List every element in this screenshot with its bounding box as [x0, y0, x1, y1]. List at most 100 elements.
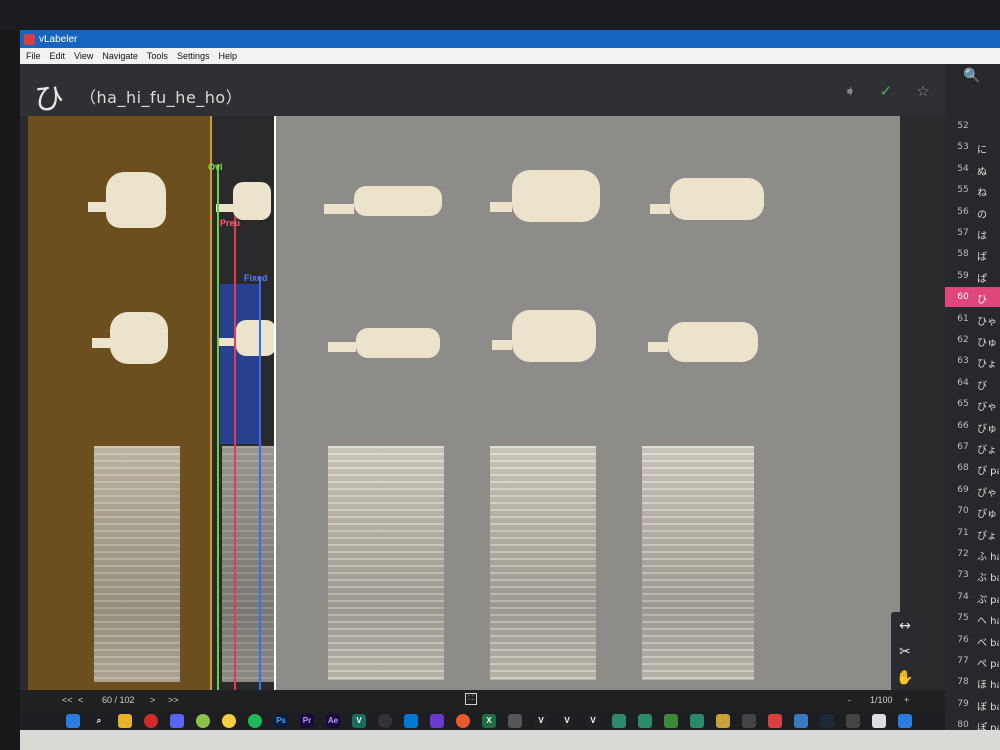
entry-list-item[interactable]: 70 ぴゅ [945, 501, 1000, 521]
steam-icon[interactable] [820, 714, 834, 728]
hand-icon[interactable]: ✋ [891, 666, 919, 690]
app-icon[interactable] [638, 714, 652, 728]
entry-list-item[interactable]: 63 ひょ [945, 351, 1000, 371]
menu-settings[interactable]: Settings [177, 51, 210, 61]
app-icon[interactable] [612, 714, 626, 728]
last-entry-button[interactable]: >> [168, 695, 179, 705]
app-icon[interactable] [222, 714, 236, 728]
star-icon[interactable]: ☆ [913, 82, 933, 102]
app-icon[interactable]: V [560, 714, 574, 728]
windows-start-icon[interactable] [66, 714, 80, 728]
entry-list-item[interactable]: 68 ぴ pa [945, 458, 1000, 478]
app-icon[interactable] [794, 714, 808, 728]
after-effects-icon[interactable]: Ae [326, 714, 340, 728]
premiere-icon[interactable]: Pr [300, 714, 314, 728]
menu-view[interactable]: View [74, 51, 93, 61]
entry-list-item[interactable]: 58 ば [945, 244, 1000, 264]
entry-list-item[interactable]: 77 ぺ pa_ [945, 651, 1000, 671]
entry-list-item[interactable]: 76 べ ba_ [945, 630, 1000, 650]
excel-icon[interactable]: X [482, 714, 496, 728]
entry-list-item[interactable]: 80 ぽ pa_ [945, 715, 1000, 730]
opera-icon[interactable] [144, 714, 158, 728]
entry-list-item[interactable]: 62 ひゅ [945, 330, 1000, 350]
app-icon[interactable] [846, 714, 860, 728]
first-entry-button[interactable]: << [62, 695, 73, 705]
obs-icon[interactable] [378, 714, 392, 728]
spotify-icon[interactable] [248, 714, 262, 728]
spectrogram-segment [490, 446, 596, 680]
zoom-in-button[interactable]: + [904, 695, 909, 705]
menu-edit[interactable]: Edit [50, 51, 66, 61]
app-icon[interactable] [872, 714, 886, 728]
scissors-icon[interactable]: ✂ [891, 640, 919, 664]
search-icon[interactable]: 🔍 [963, 68, 980, 84]
overlap-line[interactable] [217, 164, 219, 690]
entry-list-item[interactable]: 67 びょ [945, 437, 1000, 457]
app-icon[interactable]: V [586, 714, 600, 728]
previous-entry-button[interactable]: < [78, 695, 83, 705]
next-entry-button[interactable]: > [150, 695, 155, 705]
entry-list-item[interactable]: 61 ひゃ [945, 309, 1000, 329]
fit-view-icon[interactable]: ⛶ [465, 693, 477, 705]
entry-list-item[interactable]: 56 の [945, 202, 1000, 222]
check-icon[interactable]: ✓ [876, 82, 896, 102]
app-icon[interactable] [690, 714, 704, 728]
app-icon[interactable] [742, 714, 756, 728]
entry-list-item[interactable]: 57 は [945, 223, 1000, 243]
menu-navigate[interactable]: Navigate [102, 51, 138, 61]
photoshop-icon[interactable]: Ps [274, 714, 288, 728]
entry-name: ほ ha_ [977, 680, 999, 692]
app-icon[interactable] [456, 714, 470, 728]
entry-name: ぬ [977, 166, 987, 178]
entry-number: 72 [957, 549, 969, 559]
waveform-editor[interactable]: Ovl Preu Fixed [28, 116, 900, 690]
entry-list-item[interactable]: 72 ふ ha_ [945, 544, 1000, 564]
fixed-line[interactable] [259, 276, 261, 690]
entry-list-item[interactable]: 73 ぶ ba_ [945, 565, 1000, 585]
entry-number: 65 [957, 399, 969, 410]
app-icon[interactable] [430, 714, 444, 728]
preutterance-line[interactable] [234, 216, 236, 690]
entry-list-item[interactable]: 79 ぼ ba_ [945, 694, 1000, 714]
entry-list-item[interactable]: 69 ぴゃ [945, 480, 1000, 500]
resize-icon[interactable]: ↔ [891, 614, 919, 638]
search-icon[interactable]: ⌕ [92, 714, 106, 728]
entry-list-item[interactable]: 75 へ ha_ [945, 608, 1000, 628]
window-title: vLabeler [39, 33, 78, 45]
app-icon[interactable] [716, 714, 730, 728]
discord-icon[interactable] [170, 714, 184, 728]
file-explorer-icon[interactable] [118, 714, 132, 728]
entry-name[interactable]: （ha_hi_fu_he_ho） [80, 84, 242, 108]
app-icon[interactable]: V [534, 714, 548, 728]
entry-list-item[interactable]: 78 ほ ha_ [945, 672, 1000, 692]
app-icon[interactable] [196, 714, 210, 728]
entry-list-item[interactable]: 53 に [945, 137, 1000, 157]
menu-help[interactable]: Help [218, 51, 237, 61]
entry-list-item[interactable]: 55 ね [945, 180, 1000, 200]
app-icon[interactable] [898, 714, 912, 728]
entry-number: 59 [957, 270, 969, 281]
entry-list-item[interactable]: 71 ぴょ p [945, 523, 1000, 543]
cutoff-line[interactable] [274, 116, 276, 690]
entry-list-item-selected[interactable]: 60 ひ [945, 287, 1000, 308]
entry-list-item[interactable]: 54 ぬ [945, 159, 1000, 179]
app-icon[interactable] [664, 714, 678, 728]
entry-list-item[interactable]: 66 びゅ [945, 416, 1000, 436]
vscode-icon[interactable] [404, 714, 418, 728]
app-icon[interactable]: V [352, 714, 366, 728]
tag-icon[interactable]: ➧ [840, 82, 860, 102]
entry-counter[interactable]: 60 / 102 [102, 695, 135, 705]
entry-list-item[interactable]: 64 び [945, 373, 1000, 393]
entry-list-item[interactable]: 59 ぱ [945, 266, 1000, 286]
left-boundary-line[interactable] [210, 116, 212, 690]
entry-list-item[interactable]: 74 ぷ pa_ [945, 587, 1000, 607]
zoom-out-button[interactable]: - [848, 695, 851, 705]
menu-file[interactable]: File [26, 51, 41, 61]
menu-tools[interactable]: Tools [147, 51, 168, 61]
overlap-label: Ovl [208, 162, 223, 172]
entry-list-item[interactable]: 52 [945, 116, 1000, 136]
entry-list-item[interactable]: 65 びゃ [945, 394, 1000, 414]
waveform-segment [324, 204, 354, 214]
app-icon[interactable] [508, 714, 522, 728]
vlabeler-taskbar-icon[interactable] [768, 714, 782, 728]
